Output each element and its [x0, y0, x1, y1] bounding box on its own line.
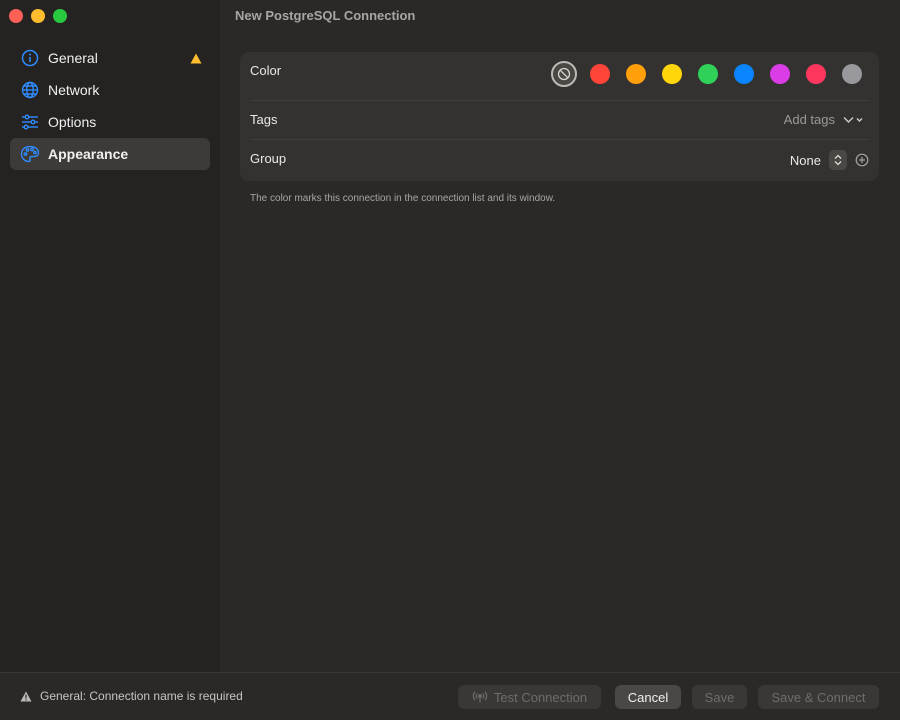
row-divider	[250, 139, 869, 140]
sidebar-item-label: Options	[48, 114, 97, 130]
sidebar-item-general[interactable]: General	[10, 42, 210, 74]
test-connection-button[interactable]: Test Connection	[458, 685, 601, 709]
zoom-window-button[interactable]	[53, 9, 67, 23]
tags-placeholder: Add tags	[783, 112, 835, 127]
footer-bar: General: Connection name is required Tes…	[0, 672, 900, 720]
window-title: New PostgreSQL Connection	[235, 8, 416, 23]
save-button[interactable]: Save	[692, 685, 747, 709]
group-value: None	[789, 152, 821, 168]
info-icon	[20, 48, 40, 68]
group-label: Group	[250, 151, 287, 166]
color-swatch-red[interactable]	[590, 64, 610, 84]
color-swatch-orange[interactable]	[626, 64, 646, 84]
sidebar-item-label: Appearance	[48, 146, 129, 162]
save-and-connect-button[interactable]: Save & Connect	[758, 685, 879, 709]
sidebar-item-label: Network	[48, 82, 100, 98]
warning-icon	[190, 51, 202, 67]
tags-label: Tags	[250, 112, 278, 127]
chevron-up-down-icon	[834, 154, 842, 166]
antenna-icon	[472, 691, 488, 703]
close-window-button[interactable]	[9, 9, 23, 23]
warning-icon	[20, 691, 32, 701]
appearance-panel: Color Tags Add tags Group None	[240, 52, 879, 181]
color-swatch-pink[interactable]	[806, 64, 826, 84]
sidebar-item-network[interactable]: Network	[10, 74, 210, 106]
color-swatch-green[interactable]	[698, 64, 718, 84]
connection-window: General Network Options Appearance New P…	[0, 0, 900, 720]
sidebar-item-appearance[interactable]: Appearance	[10, 138, 210, 170]
color-label: Color	[250, 63, 282, 78]
palette-icon	[20, 144, 40, 164]
color-swatch-gray[interactable]	[842, 64, 862, 84]
tags-field[interactable]: Add tags	[784, 112, 865, 127]
color-swatch-yellow[interactable]	[662, 64, 682, 84]
validation-text: General: Connection name is required	[40, 689, 243, 703]
color-swatch-blue[interactable]	[734, 64, 754, 84]
chevron-down-icon	[843, 116, 863, 123]
row-divider	[250, 100, 869, 101]
minimize-window-button[interactable]	[31, 9, 45, 23]
sidebar: General Network Options Appearance	[0, 0, 220, 672]
sliders-icon	[20, 112, 40, 132]
sidebar-nav: General Network Options Appearance	[10, 42, 210, 170]
validation-message: General: Connection name is required	[20, 689, 243, 703]
color-hint-text: The color marks this connection in the c…	[250, 193, 556, 204]
no-color-icon	[557, 67, 571, 81]
color-swatch-none[interactable]	[551, 61, 577, 87]
up-down-stepper[interactable]	[829, 150, 847, 170]
group-select[interactable]: None	[790, 150, 869, 170]
sidebar-item-options[interactable]: Options	[10, 106, 210, 138]
color-swatch-purple[interactable]	[770, 64, 790, 84]
sidebar-item-label: General	[48, 50, 98, 66]
add-group-icon[interactable]	[855, 153, 869, 167]
window-controls	[9, 9, 67, 23]
globe-icon	[20, 80, 40, 100]
color-swatches	[551, 61, 862, 87]
cancel-button[interactable]: Cancel	[615, 685, 681, 709]
